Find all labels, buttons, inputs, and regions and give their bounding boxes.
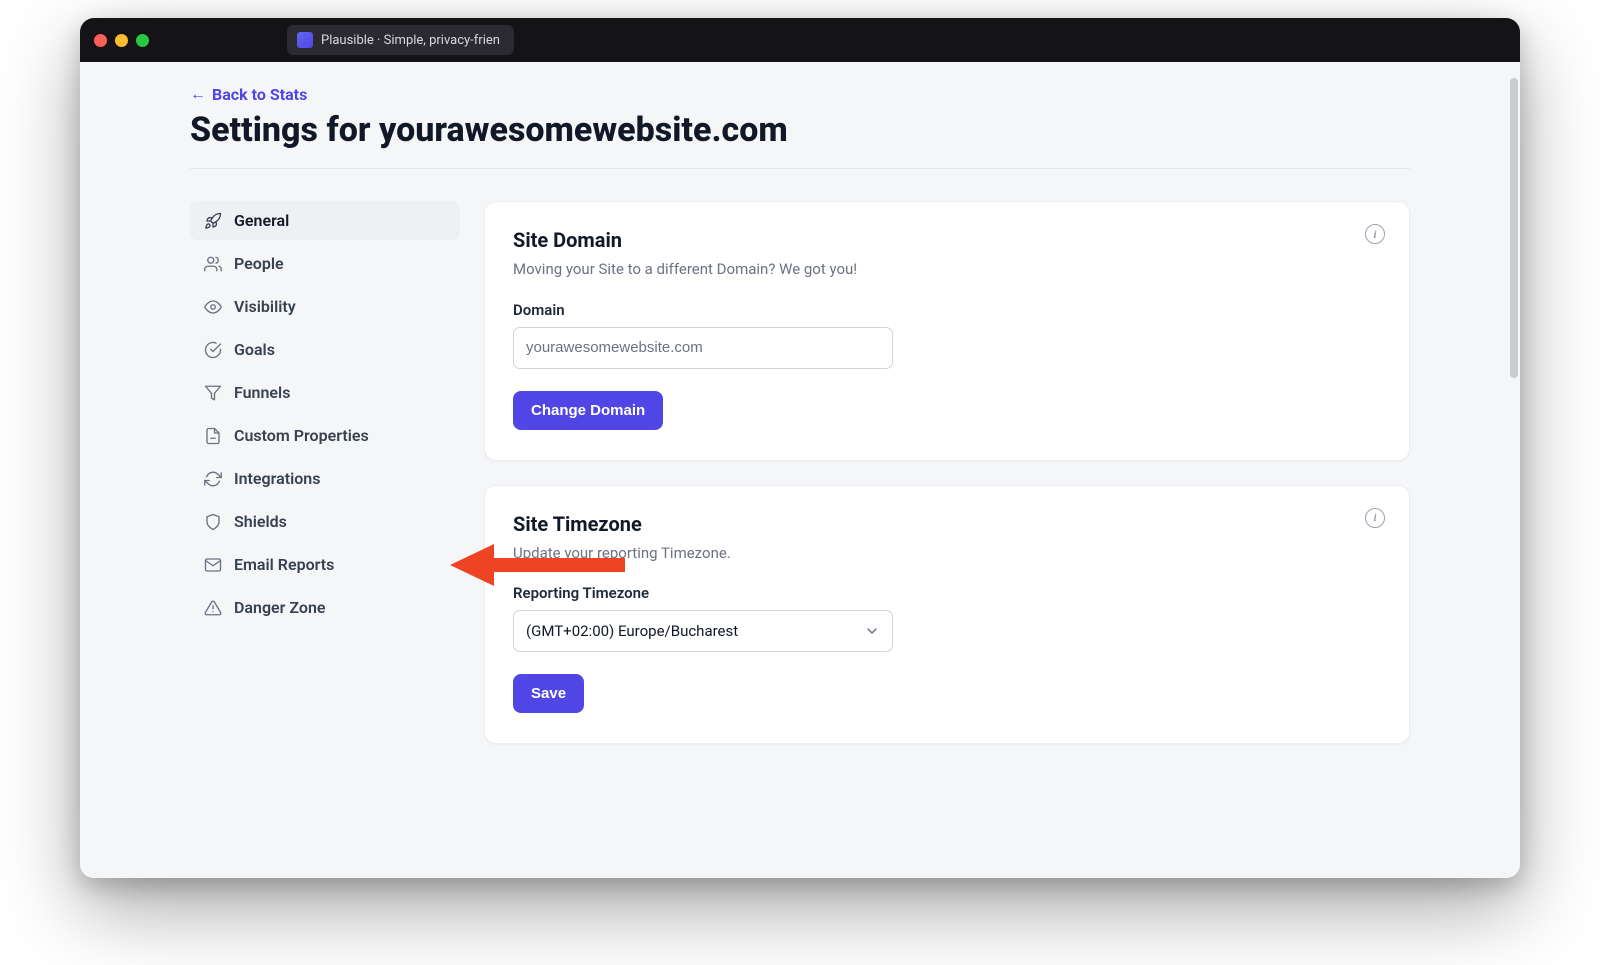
card-title: Site Domain [513, 228, 1381, 252]
arrow-left-icon: ← [190, 84, 206, 104]
info-icon[interactable]: i [1365, 224, 1385, 244]
sidebar-item-label: Shields [234, 512, 287, 531]
sidebar-item-danger-zone[interactable]: Danger Zone [190, 588, 460, 627]
maximize-window-button[interactable] [136, 34, 149, 47]
sidebar-item-shields[interactable]: Shields [190, 502, 460, 541]
change-domain-button[interactable]: Change Domain [513, 391, 663, 430]
sidebar-item-email-reports[interactable]: Email Reports [190, 545, 460, 584]
sidebar-item-integrations[interactable]: Integrations [190, 459, 460, 498]
browser-tab[interactable]: Plausible · Simple, privacy-frien [287, 25, 514, 55]
timezone-selected-value: (GMT+02:00) Europe/Bucharest [526, 622, 738, 640]
back-link-label: Back to Stats [212, 85, 307, 104]
page-content: ← Back to Stats Settings for yourawesome… [80, 62, 1520, 878]
document-icon [204, 427, 222, 445]
sidebar-item-custom-properties[interactable]: Custom Properties [190, 416, 460, 455]
sidebar-item-label: General [234, 211, 289, 230]
site-domain-card: i Site Domain Moving your Site to a diff… [484, 201, 1410, 461]
funnel-icon [204, 384, 222, 402]
divider [190, 168, 1410, 169]
browser-window: Plausible · Simple, privacy-frien ← Back… [80, 18, 1520, 878]
traffic-lights [94, 34, 149, 47]
info-icon[interactable]: i [1365, 508, 1385, 528]
minimize-window-button[interactable] [115, 34, 128, 47]
rocket-icon [204, 212, 222, 230]
timezone-select[interactable]: (GMT+02:00) Europe/Bucharest [513, 610, 893, 652]
back-to-stats-link[interactable]: ← Back to Stats [190, 84, 307, 104]
card-subtitle: Update your reporting Timezone. [513, 542, 1381, 565]
sidebar-item-label: Danger Zone [234, 598, 326, 617]
sidebar-item-label: Visibility [234, 297, 296, 316]
shield-icon [204, 513, 222, 531]
sidebar-item-goals[interactable]: Goals [190, 330, 460, 369]
settings-main: i Site Domain Moving your Site to a diff… [484, 201, 1410, 744]
sync-icon [204, 470, 222, 488]
users-icon [204, 255, 222, 273]
check-circle-icon [204, 341, 222, 359]
card-subtitle: Moving your Site to a different Domain? … [513, 258, 1381, 281]
titlebar: Plausible · Simple, privacy-frien [80, 18, 1520, 62]
sidebar-item-label: Funnels [234, 383, 290, 402]
close-window-button[interactable] [94, 34, 107, 47]
favicon-icon [297, 32, 313, 48]
sidebar-item-label: Goals [234, 340, 275, 359]
timezone-field-label: Reporting Timezone [513, 584, 1381, 602]
scrollbar-thumb[interactable] [1510, 78, 1518, 378]
sidebar-item-visibility[interactable]: Visibility [190, 287, 460, 326]
sidebar-item-general[interactable]: General [190, 201, 460, 240]
eye-icon [204, 298, 222, 316]
sidebar-item-label: Integrations [234, 469, 320, 488]
sidebar-item-people[interactable]: People [190, 244, 460, 283]
settings-sidebar: General People Visibility Goals Funnels Custo… [190, 201, 460, 744]
site-timezone-card: i Site Timezone Update your reporting Ti… [484, 485, 1410, 745]
mail-icon [204, 556, 222, 574]
chevron-down-icon [864, 623, 880, 639]
warning-icon [204, 599, 222, 617]
domain-field-label: Domain [513, 301, 1381, 319]
card-title: Site Timezone [513, 512, 1381, 536]
sidebar-item-label: People [234, 254, 284, 273]
tab-title: Plausible · Simple, privacy-frien [321, 33, 500, 48]
domain-input[interactable] [513, 327, 893, 369]
sidebar-item-label: Email Reports [234, 555, 334, 574]
save-timezone-button[interactable]: Save [513, 674, 584, 713]
page-title: Settings for yourawesomewebsite.com [190, 110, 1410, 150]
sidebar-item-label: Custom Properties [234, 426, 369, 445]
sidebar-item-funnels[interactable]: Funnels [190, 373, 460, 412]
